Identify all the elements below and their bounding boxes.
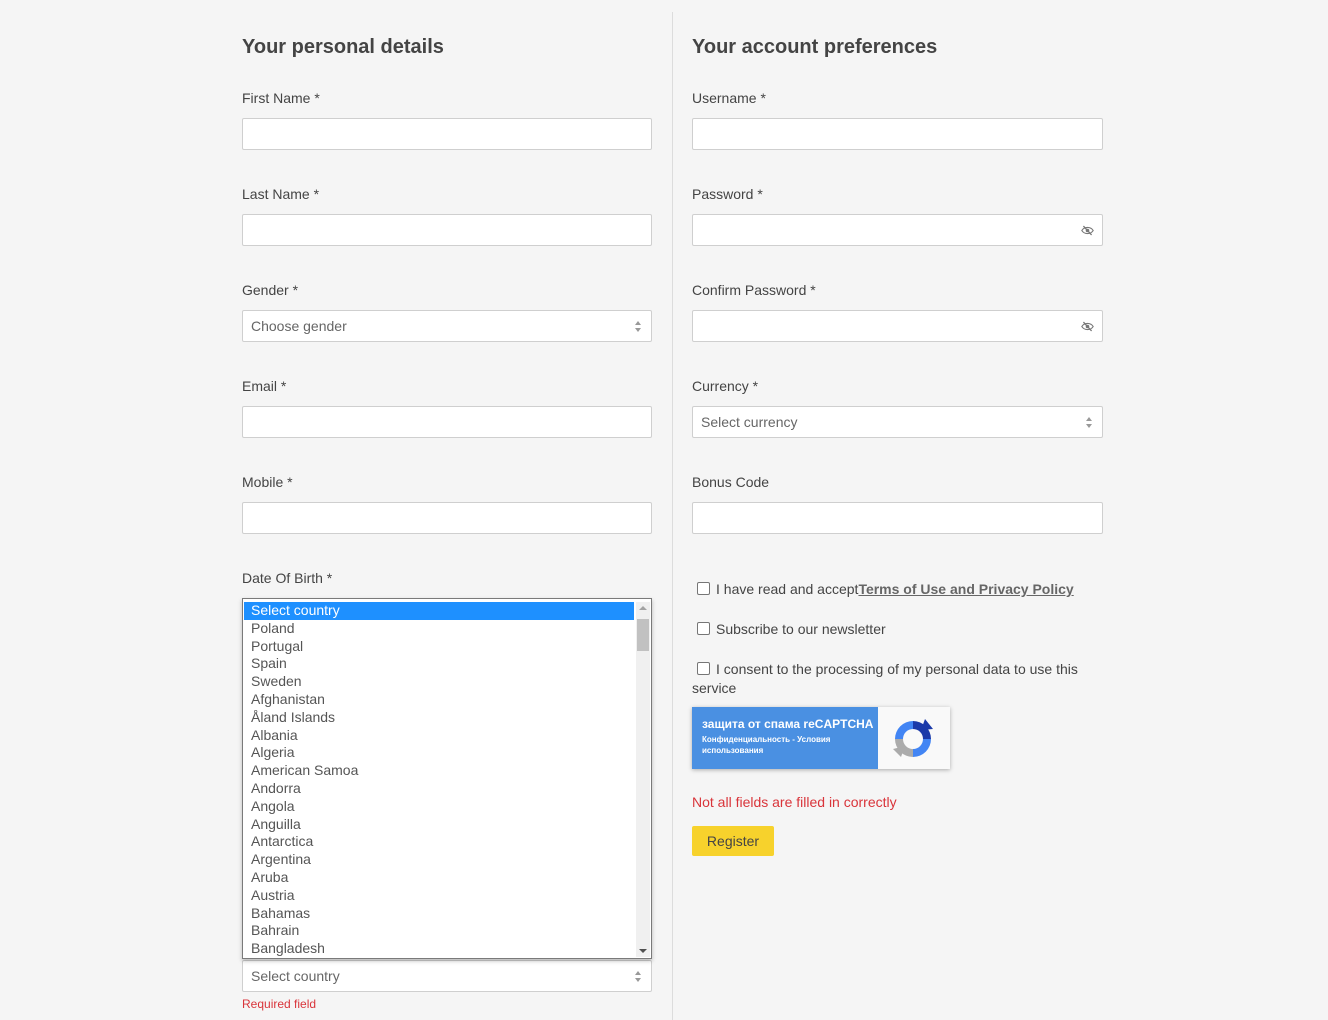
scrollbar-thumb[interactable] (637, 619, 649, 651)
country-select[interactable]: Select country (242, 960, 652, 992)
column-divider (672, 12, 673, 1020)
country-options: Select country Poland Portugal Spain Sweden A… (244, 602, 634, 958)
newsletter-checkbox[interactable] (697, 622, 710, 635)
username-input[interactable] (692, 118, 1103, 150)
newsletter-row: Subscribe to our newsletter (692, 620, 1103, 639)
country-option[interactable]: Poland (244, 620, 634, 638)
terms-row: I have read and acceptTerms of Use and P… (692, 580, 1103, 599)
country-option[interactable]: Åland Islands (244, 709, 634, 727)
required-field-error: Required field (242, 997, 317, 1011)
country-option[interactable]: Antarctica (244, 833, 634, 851)
form-error-message: Not all fields are filled in correctly (692, 794, 897, 810)
country-option[interactable]: Albania (244, 727, 634, 745)
recaptcha-logo-icon (893, 719, 933, 757)
mobile-label: Mobile * (242, 474, 293, 490)
country-option[interactable]: Angola (244, 798, 634, 816)
recaptcha-links[interactable]: Конфиденциальность - Условия использован… (702, 734, 870, 756)
consent-text: I consent to the processing of my person… (692, 661, 1078, 696)
country-option[interactable]: Algeria (244, 744, 634, 762)
terms-link[interactable]: Terms of Use and Privacy Policy (858, 581, 1073, 597)
recaptcha-title: защита от спама reCAPTCHA (702, 717, 874, 731)
currency-select[interactable]: Select currency (692, 406, 1103, 438)
consent-checkbox[interactable] (697, 662, 710, 675)
bonus-code-input[interactable] (692, 502, 1103, 534)
email-label: Email * (242, 378, 287, 394)
personal-details-heading: Your personal details (242, 36, 444, 58)
country-option[interactable]: Anguilla (244, 816, 634, 834)
country-option[interactable]: Sweden (244, 673, 634, 691)
country-option[interactable]: Bahrain (244, 922, 634, 940)
recaptcha-badge[interactable]: защита от спама reCAPTCHA Конфиденциальн… (692, 707, 950, 769)
country-option[interactable]: Austria (244, 887, 634, 905)
recaptcha-text-panel: защита от спама reCAPTCHA Конфиденциальн… (692, 707, 878, 769)
username-label: Username * (692, 90, 766, 106)
terms-text: I have read and accept (716, 581, 859, 597)
sort-arrows-icon (635, 971, 642, 983)
confirm-password-label: Confirm Password * (692, 282, 816, 298)
last-name-input[interactable] (242, 214, 652, 246)
gender-select[interactable]: Choose gender (242, 310, 652, 342)
mobile-input[interactable] (242, 502, 652, 534)
country-option[interactable]: Argentina (244, 851, 634, 869)
eye-off-icon[interactable] (1081, 224, 1094, 237)
first-name-input[interactable] (242, 118, 652, 150)
password-input[interactable] (692, 214, 1103, 246)
country-option[interactable]: Bahamas (244, 905, 634, 923)
register-button[interactable]: Register (692, 826, 774, 856)
bonus-code-label: Bonus Code (692, 474, 770, 490)
newsletter-text: Subscribe to our newsletter (716, 621, 886, 637)
country-dropdown-list[interactable]: Select country Poland Portugal Spain Sweden A… (242, 598, 652, 959)
country-option[interactable]: Select country (244, 602, 634, 620)
country-option[interactable]: Bangladesh (244, 940, 634, 958)
password-label: Password * (692, 186, 763, 202)
scroll-down-icon[interactable] (639, 949, 647, 953)
terms-checkbox[interactable] (697, 582, 710, 595)
country-option[interactable]: American Samoa (244, 762, 634, 780)
country-option[interactable]: Afghanistan (244, 691, 634, 709)
gender-label: Gender * (242, 282, 299, 298)
sort-arrows-icon (1086, 417, 1093, 429)
scroll-up-icon[interactable] (639, 606, 647, 610)
currency-select-value: Select currency (701, 414, 798, 430)
confirm-password-input[interactable] (692, 310, 1103, 342)
gender-select-value: Choose gender (251, 318, 347, 334)
consent-row: I consent to the processing of my person… (692, 660, 1103, 698)
country-option[interactable]: Portugal (244, 638, 634, 656)
country-option[interactable]: Andorra (244, 780, 634, 798)
date-of-birth-label: Date Of Birth * (242, 570, 333, 586)
account-preferences-heading: Your account preferences (692, 36, 938, 58)
country-option[interactable]: Spain (244, 655, 634, 673)
first-name-label: First Name * (242, 90, 320, 106)
country-option[interactable]: Aruba (244, 869, 634, 887)
last-name-label: Last Name * (242, 186, 320, 202)
eye-off-icon[interactable] (1081, 320, 1094, 333)
country-select-value: Select country (251, 968, 340, 984)
sort-arrows-icon (635, 321, 642, 333)
dropdown-scrollbar[interactable] (636, 602, 650, 957)
currency-label: Currency * (692, 378, 759, 394)
email-input[interactable] (242, 406, 652, 438)
